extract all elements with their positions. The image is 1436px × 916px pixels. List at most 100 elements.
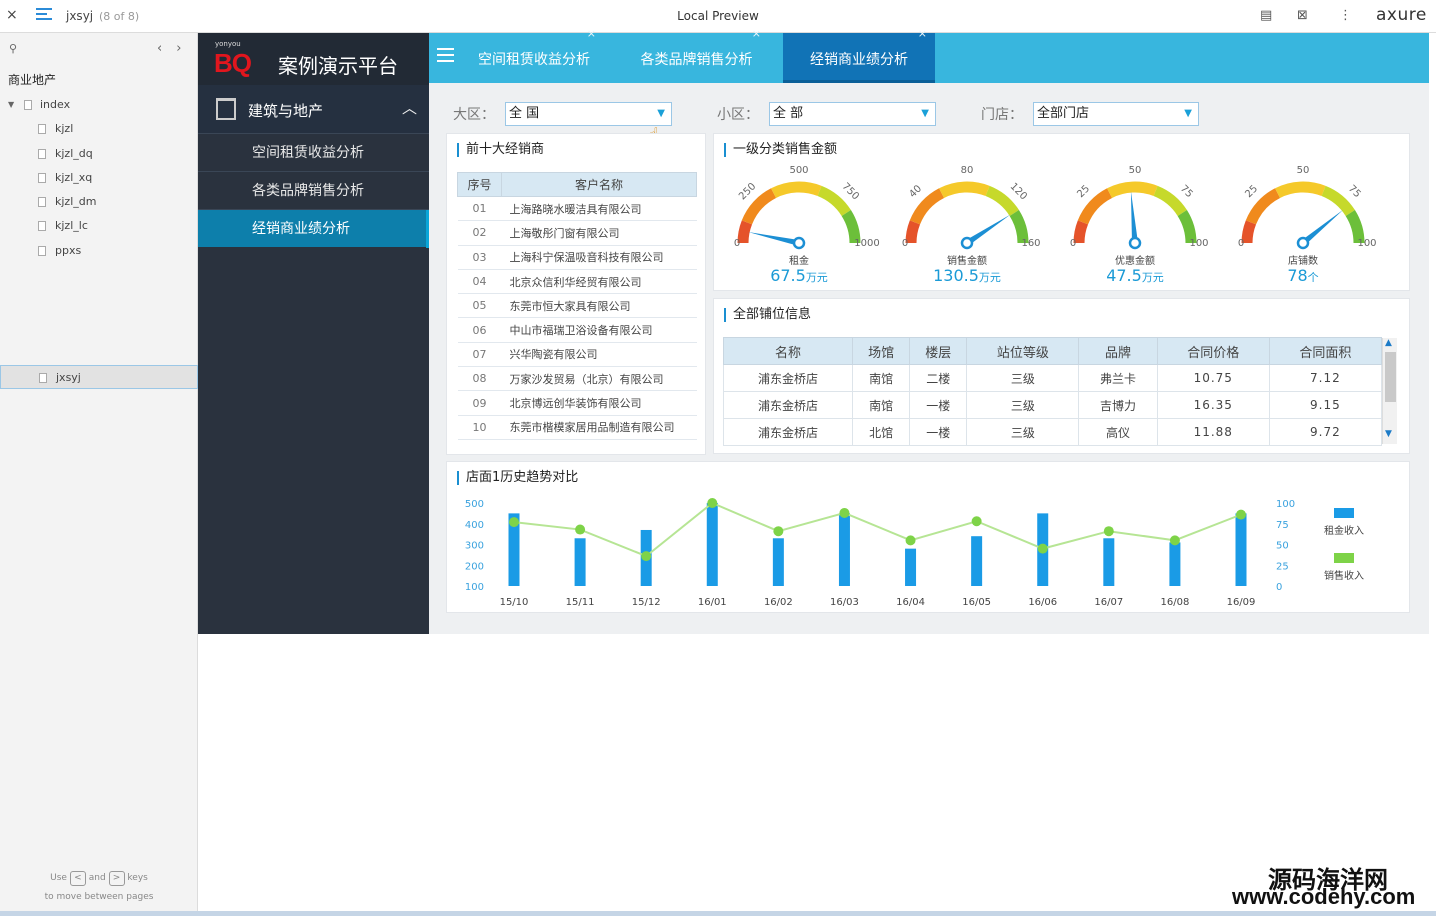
row-index: 08	[457, 366, 502, 392]
subregion-select[interactable]: 全 部 ▼	[769, 102, 936, 126]
gauge-band	[817, 185, 851, 217]
col-header[interactable]: 楼层	[909, 337, 968, 365]
sitemap-page-kjzl_dq[interactable]: kjzl_dq	[0, 142, 198, 166]
line-point	[641, 551, 652, 562]
axure-logo: axure	[1376, 5, 1427, 25]
table-cell: 一楼	[909, 391, 968, 419]
table-cell: 7.12	[1268, 364, 1383, 392]
table-row[interactable]: 10 东莞市楷模家居用品制造有限公司	[457, 415, 697, 440]
page-icon	[38, 124, 46, 135]
sitemap-tree: ▼ index kjzl kjzl_dq kjzl_xq kjzl_dm kjzl_lc pp…	[0, 93, 198, 390]
sitemap-page-kjzl[interactable]: kjzl	[0, 117, 198, 141]
table-row[interactable]: 浦东金桥店 北馆 一楼 三级 高仪 11.88 9.72	[722, 418, 1383, 446]
sitemap-page-kjzl_lc[interactable]: kjzl_lc	[0, 214, 198, 238]
table-scrollbar[interactable]: ▲ ▼	[1382, 338, 1397, 444]
page-nav-arrows[interactable]: ‹›	[157, 41, 195, 56]
page-icon	[38, 148, 46, 159]
table-cell: 高仪	[1078, 418, 1158, 446]
dealers-table: 序号 客户名称 01 上海路晓水暖洁具有限公司 02 上海敬彤门窗有限公司 03 上海科宁…	[457, 172, 697, 440]
expand-icon[interactable]: ▼	[8, 93, 14, 117]
dealer-name: 上海科宁保温吸音科技有限公司	[501, 245, 697, 270]
tab-close-icon[interactable]: ×	[918, 19, 927, 49]
store-select[interactable]: 全部门店 ▼	[1033, 102, 1199, 126]
table-row[interactable]: 01 上海路晓水暖洁具有限公司	[457, 196, 697, 222]
tab-brand-sales[interactable]: 各类品牌销售分析 ×	[624, 27, 769, 83]
row-index: 01	[457, 196, 502, 222]
nav-item-space-rental[interactable]: 空间租赁收益分析	[198, 133, 429, 171]
sitemap-page-ppxs[interactable]: ppxs	[0, 239, 198, 263]
table-cell: 9.72	[1268, 418, 1383, 446]
nav-item-dealer-performance[interactable]: 经销商业绩分析	[198, 209, 429, 248]
table-cell: 一楼	[909, 418, 968, 446]
scroll-up-icon[interactable]: ▲	[1385, 338, 1392, 348]
table-row[interactable]: 06 中山市福瑞卫浴设备有限公司	[457, 317, 697, 343]
scroll-thumb[interactable]	[1385, 352, 1396, 402]
table-cell: 三级	[966, 418, 1080, 446]
table-cell: 11.88	[1156, 418, 1270, 446]
inspect-icon[interactable]: ⊠	[1297, 8, 1308, 23]
table-row[interactable]: 04 北京众信利华经贸有限公司	[457, 269, 697, 295]
table-row[interactable]: 02 上海敬彤门窗有限公司	[457, 220, 697, 246]
line-point	[839, 507, 850, 518]
gauge-tick: 25	[1243, 183, 1260, 200]
sitemap-page-kjzl_xq[interactable]: kjzl_xq	[0, 166, 198, 190]
search-icon[interactable]: ⚲	[9, 42, 17, 55]
hamburger-icon[interactable]	[437, 48, 454, 66]
y-right-tick: 100	[1276, 499, 1295, 510]
gauge-value: 47.5万元	[1106, 266, 1164, 285]
row-index: 02	[457, 220, 502, 246]
sitemap-page-kjzl_dm[interactable]: kjzl_dm	[0, 190, 198, 214]
col-header[interactable]: 合同面积	[1268, 337, 1383, 365]
page-icon	[38, 245, 46, 256]
dealer-name: 上海路晓水暖洁具有限公司	[501, 196, 697, 222]
x-tick: 16/06	[1028, 597, 1057, 608]
line-point	[1103, 526, 1114, 537]
x-tick: 16/01	[698, 597, 727, 608]
sitemap-page-jxsyj[interactable]: jxsyj	[0, 365, 198, 390]
line-point	[773, 526, 784, 537]
nav-group-construction[interactable]: 建筑与地产 ︿	[198, 85, 429, 133]
table-row[interactable]: 浦东金桥店 南馆 一楼 三级 吉博力 16.35 9.15	[722, 391, 1383, 419]
col-header[interactable]: 站位等级	[966, 337, 1080, 365]
y-left-tick: 100	[465, 582, 484, 593]
col-header[interactable]: 场馆	[852, 337, 911, 365]
scroll-down-icon[interactable]: ▼	[1385, 429, 1392, 439]
table-cell: 浦东金桥店	[722, 391, 854, 419]
x-tick: 15/10	[500, 597, 529, 608]
keyboard-hint: Use < and > keys to move between pages	[44, 871, 154, 902]
brand-small: yonyou	[215, 40, 241, 48]
col-header[interactable]: 合同价格	[1156, 337, 1270, 365]
x-tick: 16/05	[962, 597, 991, 608]
tab-dealer-performance[interactable]: 经销商业绩分析 ×	[783, 27, 935, 83]
y-left-tick: 500	[465, 499, 484, 510]
table-row[interactable]: 浦东金桥店 南馆 二楼 三级 弗兰卡 10.75 7.12	[722, 364, 1383, 392]
tab-close-icon[interactable]: ×	[587, 19, 596, 49]
table-row[interactable]: 08 万家沙发贸易（北京）有限公司	[457, 366, 697, 392]
tab-close-icon[interactable]: ×	[752, 19, 761, 49]
gauge-label: 优惠金额	[1115, 256, 1155, 267]
gauge-band	[737, 220, 753, 244]
more-icon[interactable]: ⋮	[1339, 8, 1352, 23]
row-index: 10	[457, 415, 502, 440]
chevron-up-icon[interactable]: ︿	[402, 97, 417, 118]
dealer-name: 东莞市恒大家具有限公司	[501, 293, 697, 319]
table-row[interactable]: 07 兴华陶瓷有限公司	[457, 342, 697, 368]
table-row[interactable]: 03 上海科宁保温吸音科技有限公司	[457, 245, 697, 270]
nav-item-brand-sales[interactable]: 各类品牌销售分析	[198, 171, 429, 209]
table-cell: 三级	[966, 364, 1080, 392]
table-row[interactable]: 09 北京博远创华装饰有限公司	[457, 390, 697, 416]
sitemap-page-index[interactable]: ▼ index	[0, 93, 198, 117]
dealer-name: 上海敬彤门窗有限公司	[501, 220, 697, 246]
col-header[interactable]: 品牌	[1078, 337, 1158, 365]
col-header[interactable]: 名称	[722, 337, 854, 365]
legend-label: 租金收入	[1324, 524, 1364, 537]
page-icon	[38, 197, 46, 208]
tab-space-rental[interactable]: 空间租赁收益分析 ×	[464, 27, 604, 83]
panel-title: 一级分类销售金额	[724, 143, 837, 157]
region-select[interactable]: 全 国 ▼	[505, 102, 672, 126]
row-index: 06	[457, 317, 502, 343]
gauge-band	[741, 188, 777, 225]
table-row[interactable]: 05 东莞市恒大家具有限公司	[457, 293, 697, 319]
gauge-tick: 80	[961, 165, 974, 176]
notes-icon[interactable]: ▤	[1260, 8, 1272, 23]
